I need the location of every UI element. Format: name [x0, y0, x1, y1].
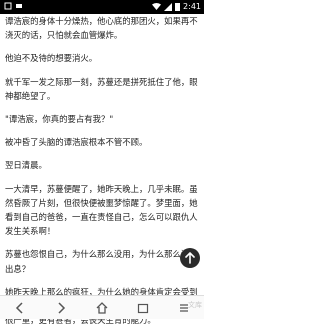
back-icon — [16, 301, 23, 314]
wifi-icon — [152, 3, 162, 10]
notification-icon — [15, 2, 23, 10]
browser-toolbar — [0, 295, 204, 319]
paragraph: 一大清早，苏蔓便醒了，她昨天晚上，几乎未眠。虽然昏厥了片刻，但很快便被噩梦惊醒了… — [5, 183, 198, 237]
notification-icons — [4, 2, 23, 10]
watermark: 文库 — [188, 301, 202, 309]
paragraph: 苏蔓也怨恨自己，为什么那么没用，为什么那么没有出息？ — [5, 249, 198, 274]
forward-icon — [58, 301, 66, 314]
back-button[interactable] — [10, 298, 30, 318]
scroll-to-top-button[interactable] — [180, 248, 200, 268]
forward-button[interactable] — [51, 298, 71, 318]
tabs-icon — [137, 303, 148, 313]
tabs-button[interactable] — [133, 298, 153, 318]
paragraph: 谭浩宸的身体十分燥热，他心底的那团火，如果再不浇灭的话，只怕就会血管爆炸。 — [5, 16, 198, 41]
battery-icon — [175, 2, 181, 11]
status-bar: 2:41 — [0, 0, 204, 14]
reader-content: 谭浩宸的身体十分燥热，他心底的那团火，如果再不浇灭的话，只怕就会血管爆炸。 他迫… — [5, 14, 201, 327]
paragraph: "谭浩宸，你真的要占有我？" — [5, 114, 114, 125]
paragraph: 被冲昏了头脑的谭浩宸根本不管不顾。 — [5, 137, 148, 148]
paragraph: 翌日清晨。 — [5, 160, 47, 171]
home-icon — [96, 301, 108, 314]
paragraph: 他迫不及待的想要消火。 — [5, 53, 98, 64]
arrow-up-icon — [185, 252, 195, 264]
paragraph: 就千军一发之际那一刻，苏蔓还是拼死抵住了他，眼神都绝望了。 — [5, 76, 198, 101]
clock: 2:41 — [183, 2, 201, 11]
system-tray: 2:41 — [152, 2, 201, 11]
notification-icon — [4, 2, 12, 10]
home-button[interactable] — [92, 298, 112, 318]
signal-icon — [164, 2, 173, 11]
